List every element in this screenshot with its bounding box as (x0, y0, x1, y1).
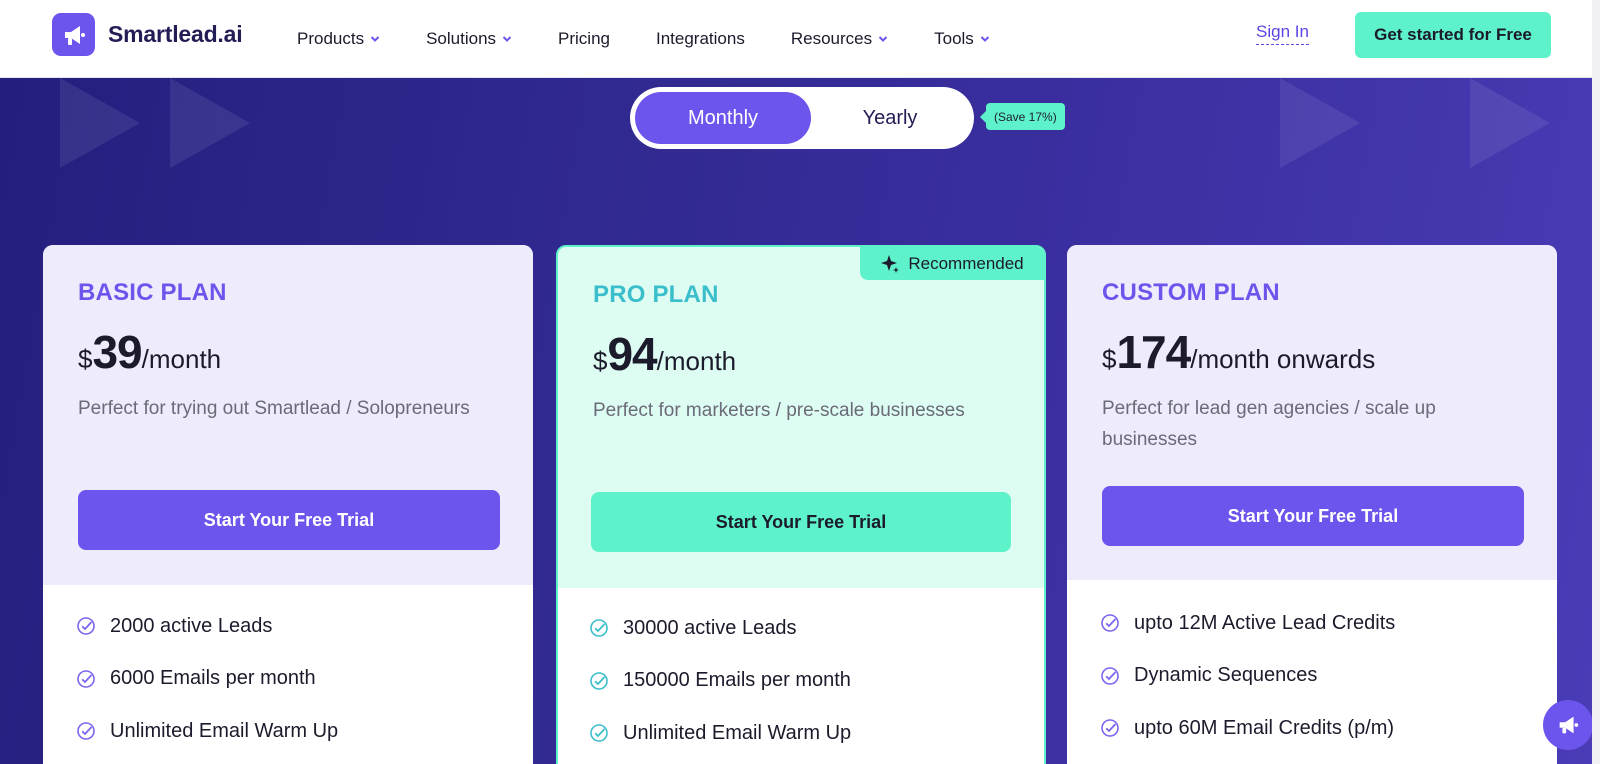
plan-description: Perfect for marketers / pre-scale busine… (593, 400, 965, 421)
plan-card-pro: Recommended PRO PLAN $ 94 /month Perfect… (556, 245, 1046, 764)
price-amount: 94 (607, 328, 657, 380)
feature-text: Unlimited Email Warm Up (110, 719, 339, 742)
plan-card-basic: BASIC PLAN $ 39 /month Perfect for tryin… (43, 245, 533, 764)
price-period: /month (141, 344, 222, 374)
plan-name: CUSTOM PLAN (1102, 279, 1280, 306)
plan-price: $ 94 /month (593, 327, 736, 381)
nav-label: Solutions (426, 29, 497, 48)
yearly-toggle-option[interactable]: Yearly (811, 92, 969, 144)
feature-list: upto 12M Active Lead Credits Dynamic Seq… (1100, 597, 1540, 755)
feature-item: upto 60M Email Credits (p/m) (1100, 702, 1540, 755)
sparkle-icon (880, 254, 900, 274)
feature-item: Unlimited Email Warm Up (76, 705, 516, 758)
feature-item: 150000 Emails per month (589, 655, 1029, 708)
plan-description: Perfect for lead gen agencies / scale up… (1102, 398, 1436, 450)
price-currency: $ (593, 346, 608, 376)
check-circle-icon (589, 723, 609, 743)
feature-item: upto 12M Active Lead Credits (1100, 597, 1540, 650)
price-currency: $ (78, 344, 93, 374)
price-period: /month onwards (1190, 344, 1376, 374)
get-started-button[interactable]: Get started for Free (1355, 12, 1551, 58)
start-trial-button[interactable]: Start Your Free Trial (1102, 486, 1524, 546)
check-circle-icon (1100, 613, 1120, 633)
nav-tools[interactable]: Tools (934, 29, 990, 49)
nav-label: Pricing (558, 29, 610, 48)
feature-item: Dynamic Sequences (1100, 650, 1540, 703)
check-circle-icon (76, 721, 96, 741)
plan-price: $ 39 /month (78, 325, 221, 379)
nav-pricing[interactable]: Pricing (558, 29, 610, 49)
nav-label: Resources (790, 29, 873, 48)
price-currency: $ (1102, 344, 1117, 374)
main-nav: Products Solutions Pricing Integrations … (297, 0, 1036, 78)
price-amount: 39 (92, 326, 142, 378)
nav-solutions[interactable]: Solutions (426, 29, 512, 49)
megaphone-chat-icon (1555, 712, 1581, 738)
chevron-down-icon (370, 34, 380, 44)
recommended-label: Recommended (908, 253, 1024, 273)
feature-text: 6000 Emails per month (110, 667, 316, 690)
plan-price: $ 174 /month onwards (1102, 325, 1375, 379)
feature-text: Dynamic Sequences (1134, 664, 1318, 687)
check-circle-icon (589, 671, 609, 691)
check-circle-icon (76, 616, 96, 636)
feature-text: 30000 active Leads (623, 616, 797, 639)
plan-name: PRO PLAN (593, 281, 719, 308)
check-circle-icon (589, 618, 609, 638)
nav-label: Products (297, 29, 365, 48)
recommended-badge: Recommended (860, 247, 1044, 280)
nav-resources[interactable]: Resources (791, 29, 888, 49)
billing-toggle: Monthly Yearly (630, 87, 974, 149)
logo[interactable]: Smartlead.ai (52, 13, 243, 56)
chevron-down-icon (980, 34, 990, 44)
feature-item: 6000 Emails per month (76, 653, 516, 706)
start-trial-button[interactable]: Start Your Free Trial (591, 492, 1011, 552)
feature-list: 30000 active Leads 150000 Emails per mon… (589, 602, 1029, 760)
feature-text: upto 12M Active Lead Credits (1134, 611, 1396, 634)
check-circle-icon (1100, 666, 1120, 686)
top-navbar: Smartlead.ai Products Solutions Pricing … (0, 0, 1600, 78)
nav-label: Integrations (656, 29, 745, 48)
plan-card-custom: CUSTOM PLAN $ 174 /month onwards Perfect… (1067, 245, 1557, 764)
monthly-toggle-option[interactable]: Monthly (635, 92, 811, 144)
check-circle-icon (1100, 718, 1120, 738)
price-period: /month (656, 346, 737, 376)
chevron-down-icon (502, 34, 512, 44)
feature-text: upto 60M Email Credits (p/m) (1134, 716, 1395, 739)
start-trial-button[interactable]: Start Your Free Trial (78, 490, 500, 550)
check-circle-icon (76, 669, 96, 689)
brand-name: Smartlead.ai (108, 21, 243, 47)
feature-item: Unlimited Email Warm Up (589, 707, 1029, 760)
nav-label: Tools (934, 29, 974, 48)
feature-text: 2000 active Leads (110, 614, 273, 637)
price-amount: 174 (1116, 326, 1191, 378)
feature-item: 30000 active Leads (589, 602, 1029, 655)
nav-integrations[interactable]: Integrations (656, 29, 745, 49)
nav-products[interactable]: Products (297, 29, 380, 49)
save-badge: (Save 17%) (980, 103, 1065, 130)
feature-item: 2000 active Leads (76, 600, 516, 653)
chevron-down-icon (878, 34, 888, 44)
feature-text: Unlimited Email Warm Up (623, 721, 852, 744)
feature-list: 2000 active Leads 6000 Emails per month … (76, 600, 516, 758)
feature-text: 150000 Emails per month (623, 669, 851, 692)
plan-description: Perfect for trying out Smartlead / Solop… (78, 398, 470, 419)
plan-name: BASIC PLAN (78, 279, 227, 306)
sign-in-link[interactable]: Sign In (1256, 22, 1309, 45)
chat-widget-button[interactable] (1543, 700, 1593, 750)
megaphone-icon (52, 13, 95, 56)
page-scrollbar[interactable] (1592, 0, 1600, 764)
